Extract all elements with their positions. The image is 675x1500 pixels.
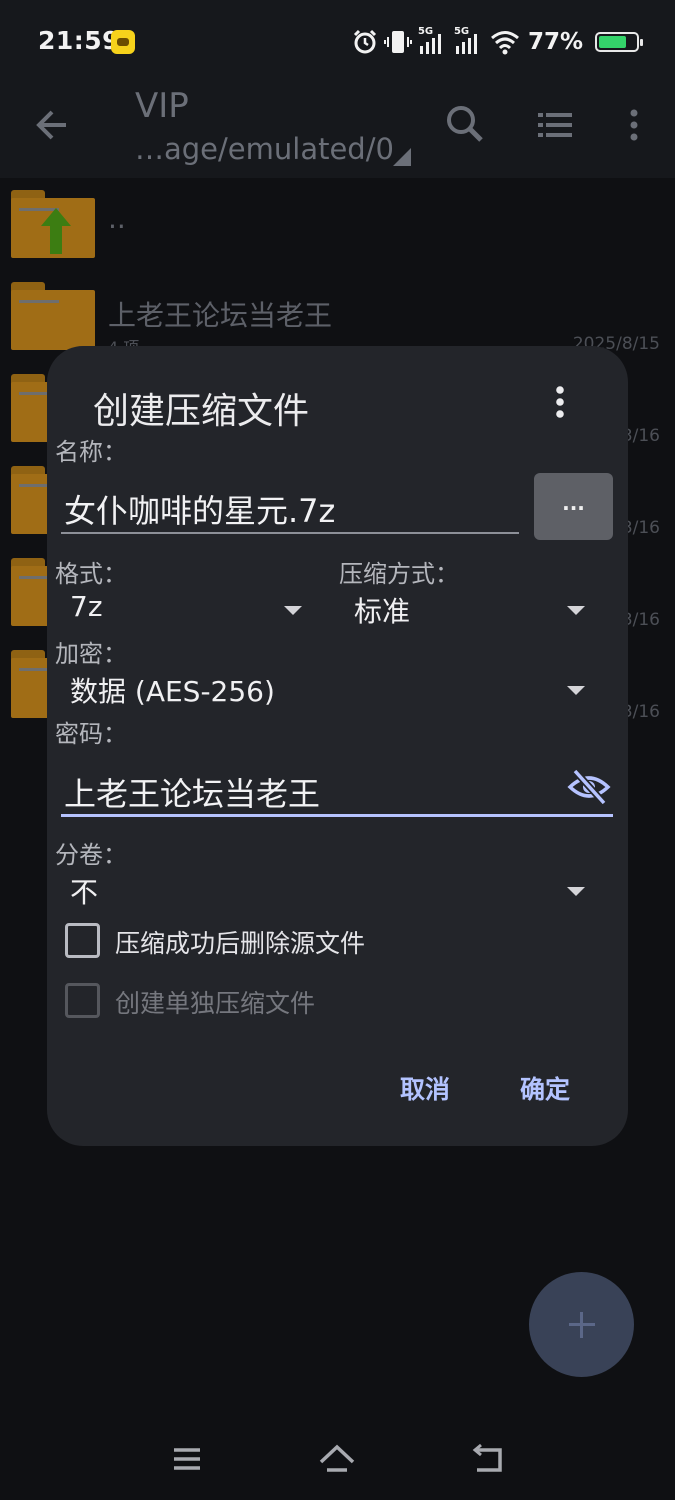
list-view-icon[interactable] (530, 100, 580, 150)
battery-icon (595, 32, 643, 52)
encryption-select[interactable]: 数据 (AES-256) (70, 664, 585, 714)
wifi-icon (490, 31, 519, 55)
battery-percent: 77% (527, 29, 583, 55)
alarm-icon (353, 29, 376, 54)
ok-button[interactable]: 确定 (520, 1070, 570, 1106)
password-field[interactable]: 上老王论坛当老王 (61, 759, 613, 817)
list-item[interactable]: .. (0, 178, 675, 270)
menu-icon[interactable] (167, 1442, 207, 1476)
app-notification-icon (111, 30, 135, 54)
encryption-value: 数据 (AES-256) (70, 675, 275, 708)
password-value: 上老王论坛当老王 (64, 775, 321, 813)
separate-archives-checkbox (65, 983, 100, 1018)
folder-up-icon (11, 190, 95, 258)
app-title: VIP (135, 86, 189, 126)
dropdown-arrow-icon (284, 606, 302, 615)
separate-archives-label: 创建单独压缩文件 (115, 989, 316, 1018)
home-icon[interactable] (317, 1442, 357, 1476)
delete-source-option[interactable]: 压缩成功后删除源文件 (65, 920, 465, 960)
delete-source-label: 压缩成功后删除源文件 (115, 929, 366, 958)
folder-icon (11, 282, 95, 350)
format-select[interactable]: 7z (70, 584, 302, 634)
name-label: 名称： (55, 438, 127, 466)
separate-archives-option: 创建单独压缩文件 (65, 980, 465, 1020)
create-archive-dialog: 创建压缩文件 名称： 女仆咖啡的星元.7z ... 格式： 7z 压缩方式： 标… (47, 346, 628, 1146)
archive-name-field[interactable]: 女仆咖啡的星元.7z (61, 478, 519, 534)
back-icon[interactable] (467, 1442, 507, 1476)
split-value: 不 (70, 876, 99, 909)
app-bar: VIP …age/emulated/0 (0, 82, 675, 178)
more-vert-icon[interactable] (547, 384, 573, 420)
back-arrow-icon[interactable] (28, 100, 78, 150)
status-bar: 21:59 5G 5G 77% (0, 0, 675, 82)
add-fab-button[interactable] (529, 1272, 634, 1377)
dropdown-arrow-icon (567, 606, 585, 615)
search-icon[interactable] (440, 100, 490, 150)
compression-select[interactable]: 标准 (354, 584, 585, 634)
dialog-title: 创建压缩文件 (93, 391, 310, 432)
path-dropdown-icon[interactable] (393, 148, 411, 166)
status-icons: 5G 5G 77% (352, 24, 643, 60)
status-time: 21:59 (38, 26, 121, 55)
signal-5g-icon: 5G (454, 26, 484, 56)
dropdown-arrow-icon (567, 686, 585, 695)
browse-button[interactable]: ... (534, 473, 613, 540)
more-vert-icon[interactable] (612, 100, 656, 150)
dropdown-arrow-icon (567, 887, 585, 896)
vibrate-icon (383, 31, 412, 53)
delete-source-checkbox[interactable] (65, 923, 100, 958)
split-select[interactable]: 不 (70, 865, 585, 915)
path-breadcrumb[interactable]: …age/emulated/0 (135, 132, 394, 166)
battery-fill (599, 36, 626, 48)
format-value: 7z (70, 590, 103, 623)
system-nav-bar (0, 1420, 675, 1500)
password-label: 密码： (55, 720, 127, 748)
signal-5g-icon: 5G (418, 26, 448, 56)
compression-value: 标准 (354, 595, 411, 628)
file-name: .. (108, 202, 126, 235)
cancel-button[interactable]: 取消 (400, 1070, 450, 1106)
visibility-off-icon[interactable] (567, 767, 611, 807)
file-name: 上老王论坛当老王 (108, 299, 333, 332)
